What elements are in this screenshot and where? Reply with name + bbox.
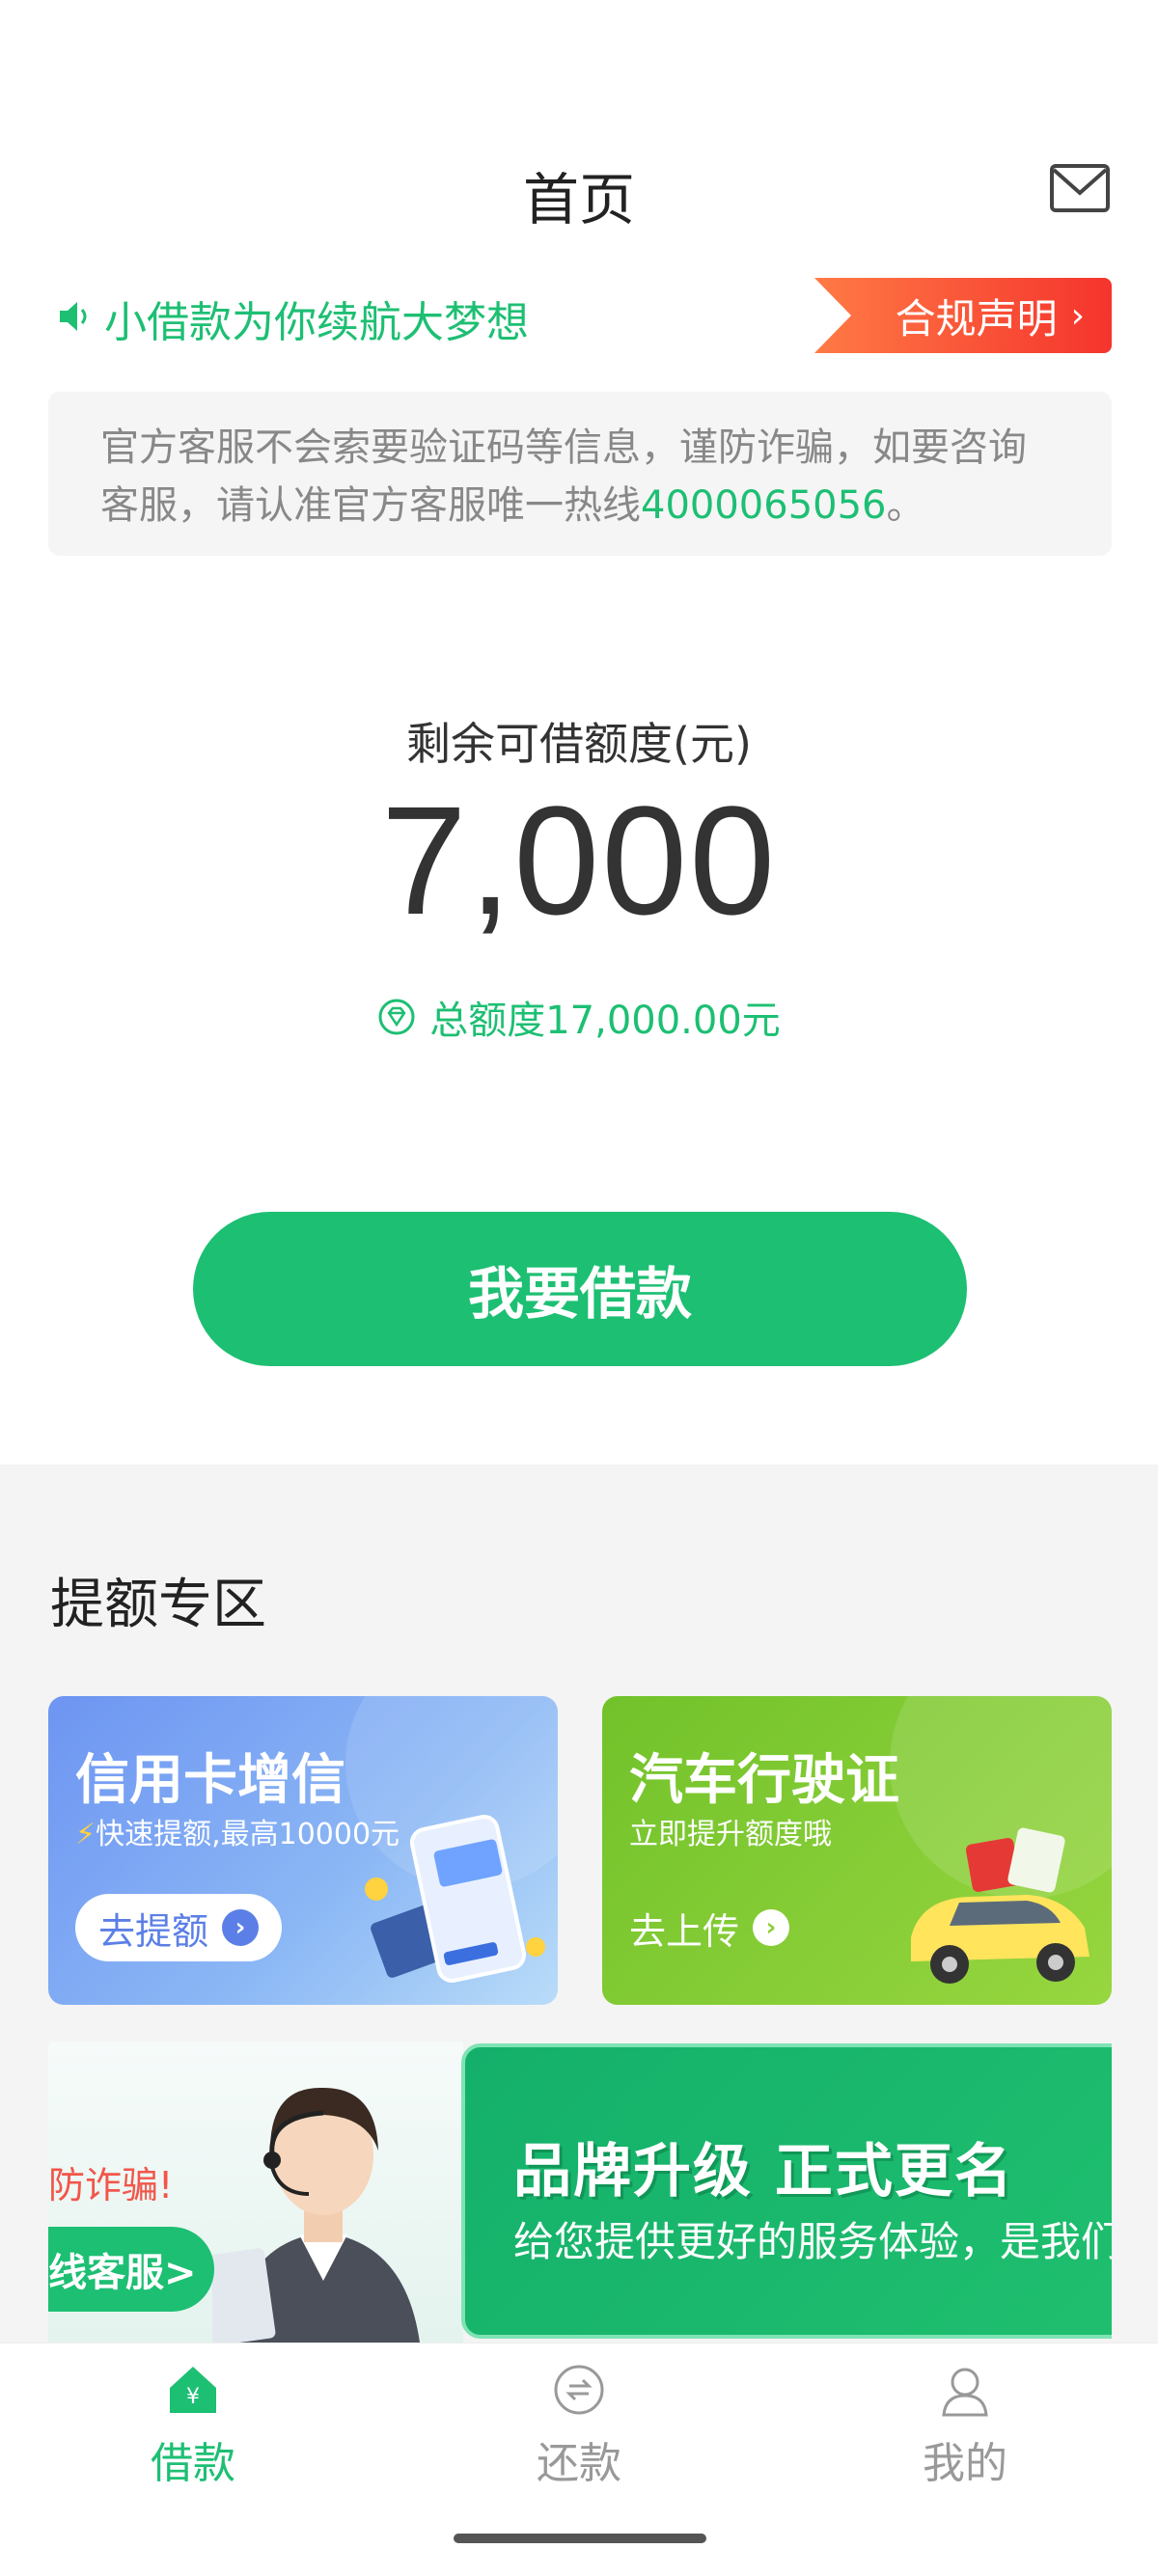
available-quota-label: 剩余可借额度(元) <box>406 718 752 770</box>
card-title: 信用卡增信 <box>75 1749 345 1812</box>
slogan-text: 小借款为你续航大梦想 <box>104 298 529 347</box>
boost-section: 提额专区 信用卡增信 ⚡快速提额,最高10000元 去提额 › 汽车行驶证 立即… <box>0 1465 1158 2343</box>
total-quota: 总额度17,000.00元 <box>0 989 1158 1045</box>
anti-fraud-label: 防诈骗! <box>48 2164 174 2206</box>
upload-button-label: 去上传 <box>629 1909 740 1953</box>
svg-text:¥: ¥ <box>186 2385 200 2409</box>
car-illustration <box>911 1827 1089 1984</box>
borrow-button[interactable]: 我要借款 <box>193 1212 967 1366</box>
hotline-number[interactable]: 4000065056 <box>641 483 887 528</box>
phone-card-illustration <box>365 1814 545 1984</box>
user-icon <box>942 2368 988 2417</box>
boost-button[interactable]: 去提额 › <box>75 1894 283 1961</box>
available-quota-value: 7,000 <box>380 774 778 946</box>
top-bar: 首页 <box>0 145 1158 233</box>
mail-icon[interactable] <box>1050 164 1110 212</box>
page-title: 首页 <box>522 167 635 233</box>
warning-text-end: 。 <box>886 483 925 528</box>
notice-row: 小借款为你续航大梦想 合规声明 › <box>0 278 1158 355</box>
chevron-right-icon: › <box>1070 295 1085 336</box>
diamond-icon <box>378 999 415 1035</box>
customer-service-panel: 防诈骗! 线客服> <box>48 2042 463 2343</box>
card-subtitle-text: 快速提额,最高10000元 <box>96 1818 400 1851</box>
banner-headline: 品牌升级 正式更名 <box>513 2138 1014 2206</box>
online-service-button[interactable]: 线客服> <box>48 2227 214 2312</box>
arrow-right-icon: › <box>222 1909 260 1946</box>
promo-banner[interactable]: 防诈骗! 线客服> 品牌升级 正式更名 给您提供更好的服务体验，是我们 <box>48 2042 1112 2343</box>
card-subtitle: ⚡快速提额,最高10000元 <box>75 1810 400 1852</box>
tab-label: 还款 <box>537 2439 621 2488</box>
anti-fraud-notice: 官方客服不会索要验证码等信息，谨防诈骗，如要咨询客服，请认准官方客服唯一热线40… <box>48 392 1112 556</box>
agent-illustration <box>212 2087 420 2343</box>
compliance-button[interactable]: 合规声明 › <box>814 278 1112 353</box>
total-quota-text: 总额度17,000.00元 <box>429 999 781 1043</box>
tab-label: 借款 <box>151 2439 235 2488</box>
home-icon: ¥ <box>170 2367 216 2413</box>
speaker-icon <box>60 302 87 331</box>
credit-card-boost-card[interactable]: 信用卡增信 ⚡快速提额,最高10000元 去提额 › <box>48 1696 558 2005</box>
tab-borrow[interactable]: ¥ 借款 <box>96 2361 290 2490</box>
upload-button[interactable]: 去上传 › <box>629 1894 813 1961</box>
section-title: 提额专区 <box>50 1574 266 1636</box>
boost-button-label: 去提额 <box>98 1909 209 1953</box>
tab-profile[interactable]: 我的 <box>868 2361 1062 2490</box>
repay-icon <box>554 2365 604 2415</box>
arrow-right-icon: › <box>753 1909 790 1946</box>
rebrand-panel: 品牌升级 正式更名 给您提供更好的服务体验，是我们 <box>461 2043 1112 2339</box>
home-indicator[interactable] <box>454 2534 706 2543</box>
card-title: 汽车行驶证 <box>629 1749 899 1812</box>
tab-repay[interactable]: 还款 <box>482 2361 676 2490</box>
compliance-label: 合规声明 <box>895 294 1058 343</box>
banner-body: 给您提供更好的服务体验，是我们 <box>513 2218 1112 2265</box>
tab-label: 我的 <box>923 2439 1007 2488</box>
lightning-icon: ⚡ <box>75 1818 96 1851</box>
vehicle-license-card[interactable]: 汽车行驶证 立即提升额度哦 去上传 › <box>602 1696 1112 2005</box>
card-subtitle: 立即提升额度哦 <box>629 1818 832 1851</box>
